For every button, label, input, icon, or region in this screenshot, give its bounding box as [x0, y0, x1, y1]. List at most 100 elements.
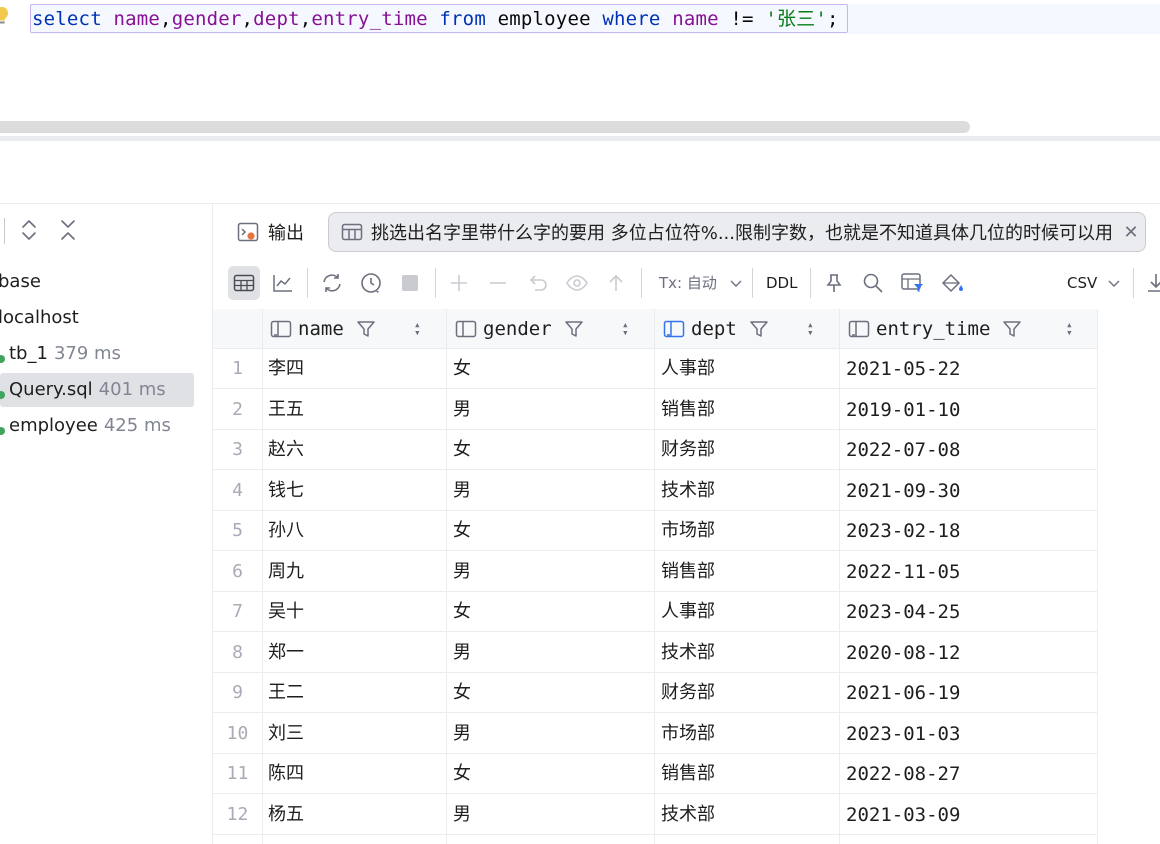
table-cell[interactable]: 销售部: [661, 390, 715, 430]
table-view-button[interactable]: [228, 266, 260, 300]
delete-row-button[interactable]: [482, 266, 514, 300]
expand-collapse-icon[interactable]: [17, 218, 41, 242]
sql-query-text[interactable]: select name,gender,dept,entry_time from …: [32, 8, 839, 30]
table-cell[interactable]: 女: [453, 511, 471, 551]
table-cell[interactable]: 女: [453, 430, 471, 470]
transaction-mode-dropdown[interactable]: Tx: 自动: [659, 266, 742, 300]
column-header-name[interactable]: name ▴ ▾: [262, 309, 446, 349]
table-cell[interactable]: 市场部: [661, 511, 715, 551]
stop-button[interactable]: [394, 266, 426, 300]
add-row-button[interactable]: [443, 266, 475, 300]
lightbulb-icon[interactable]: [0, 6, 10, 26]
close-tab-icon[interactable]: ✕: [1117, 222, 1145, 243]
table-row[interactable]: 2 王五 男 销售部 2019-01-10: [213, 390, 1098, 430]
sort-icon[interactable]: ▴ ▾: [622, 319, 629, 338]
table-row[interactable]: 10 刘三 男 市场部 2023-01-03: [213, 714, 1098, 754]
table-cell[interactable]: 刘三: [268, 714, 304, 754]
tree-item-database[interactable]: base: [0, 265, 41, 299]
table-cell[interactable]: 2020-08-12: [846, 633, 960, 673]
history-button[interactable]: [355, 266, 387, 300]
table-cell[interactable]: 2022-07-08: [846, 430, 960, 470]
table-cell[interactable]: 2023-02-18: [846, 511, 960, 551]
table-cell[interactable]: 市场部: [661, 714, 715, 754]
table-cell[interactable]: 技术部: [661, 795, 715, 835]
collapse-all-icon[interactable]: [56, 218, 80, 242]
table-cell[interactable]: 王五: [268, 390, 304, 430]
revert-button[interactable]: [522, 266, 554, 300]
table-cell[interactable]: 男: [453, 714, 471, 754]
table-row[interactable]: 8 郑一 男 技术部 2020-08-12: [213, 633, 1098, 673]
table-cell[interactable]: 女: [453, 673, 471, 713]
table-cell[interactable]: 陈四: [268, 754, 304, 794]
table-cell[interactable]: 男: [453, 633, 471, 673]
table-cell[interactable]: 2022-08-27: [846, 754, 960, 794]
table-cell[interactable]: 销售部: [661, 754, 715, 794]
table-cell[interactable]: 2022-11-05: [846, 552, 960, 592]
filter-icon[interactable]: [564, 319, 584, 339]
search-button[interactable]: [857, 266, 889, 300]
table-cell[interactable]: 销售部: [661, 552, 715, 592]
table-cell[interactable]: 财务部: [661, 430, 715, 470]
table-cell[interactable]: 技术部: [661, 633, 715, 673]
table-row[interactable]: 12 杨五 男 技术部 2021-03-09: [213, 795, 1098, 835]
table-cell[interactable]: 杨五: [268, 795, 304, 835]
column-header-dept[interactable]: dept ▴ ▾: [655, 309, 839, 349]
sort-icon[interactable]: ▴ ▾: [807, 319, 814, 338]
filter-icon[interactable]: [1002, 319, 1022, 339]
table-cell[interactable]: 人事部: [661, 592, 715, 632]
column-header-entry-time[interactable]: entry_time ▴ ▾: [840, 309, 1098, 349]
export-format-dropdown[interactable]: CSV: [1067, 266, 1120, 300]
preview-changes-button[interactable]: [561, 266, 593, 300]
ddl-button[interactable]: DDL: [766, 266, 797, 300]
table-cell[interactable]: 钱七: [268, 471, 304, 511]
tree-item-employee[interactable]: employee 425 ms: [0, 409, 171, 443]
table-row[interactable]: 6 周九 男 销售部 2022-11-05: [213, 552, 1098, 592]
column-header-gender[interactable]: gender ▴ ▾: [447, 309, 654, 349]
tab-result-set[interactable]: 挑选出名字里带什么字的要用 多位占位符%...限制字数，也就是不知道具体几位的时…: [328, 212, 1146, 252]
table-cell[interactable]: 2021-09-30: [846, 471, 960, 511]
table-cell[interactable]: 李四: [268, 349, 304, 389]
filter-icon[interactable]: [749, 319, 769, 339]
tree-item-tb1[interactable]: tb_1 379 ms: [0, 337, 121, 371]
table-row[interactable]: 4 钱七 男 技术部 2021-09-30: [213, 471, 1098, 511]
editor-horizontal-scrollbar[interactable]: [0, 121, 970, 133]
table-cell[interactable]: 财务部: [661, 673, 715, 713]
table-cell[interactable]: 女: [453, 349, 471, 389]
table-cell[interactable]: 2021-03-09: [846, 795, 960, 835]
table-cell[interactable]: 女: [453, 592, 471, 632]
tree-item-query-sql[interactable]: Query.sql 401 ms: [0, 373, 194, 407]
pin-tab-button[interactable]: [818, 266, 850, 300]
table-cell[interactable]: 女: [453, 754, 471, 794]
table-cell[interactable]: 郑一: [268, 633, 304, 673]
table-row[interactable]: 1 李四 女 人事部 2021-05-22: [213, 349, 1098, 389]
sort-icon[interactable]: ▴ ▾: [414, 319, 421, 338]
table-row[interactable]: 7 吴十 女 人事部 2023-04-25: [213, 592, 1098, 632]
filter-view-button[interactable]: [897, 266, 929, 300]
table-cell[interactable]: 2021-06-19: [846, 673, 960, 713]
filter-icon[interactable]: [356, 319, 376, 339]
table-cell[interactable]: 王二: [268, 673, 304, 713]
table-cell[interactable]: 周九: [268, 552, 304, 592]
table-row[interactable]: 9 王二 女 财务部 2021-06-19: [213, 673, 1098, 713]
table-cell[interactable]: 技术部: [661, 471, 715, 511]
table-cell[interactable]: 2023-01-03: [846, 714, 960, 754]
table-row[interactable]: 3 赵六 女 财务部 2022-07-08: [213, 430, 1098, 470]
sql-current-line[interactable]: select name,gender,dept,entry_time from …: [30, 4, 1160, 34]
sort-icon[interactable]: ▴ ▾: [1066, 319, 1073, 338]
table-cell[interactable]: 人事部: [661, 349, 715, 389]
table-cell[interactable]: 2019-01-10: [846, 390, 960, 430]
table-cell[interactable]: 吴十: [268, 592, 304, 632]
tree-item-localhost[interactable]: localhost: [0, 301, 79, 335]
chart-view-button[interactable]: [267, 266, 299, 300]
table-cell[interactable]: 2023-04-25: [846, 592, 960, 632]
table-cell[interactable]: 男: [453, 795, 471, 835]
submit-button[interactable]: [600, 266, 632, 300]
table-cell[interactable]: 男: [453, 471, 471, 511]
color-settings-button[interactable]: [936, 266, 968, 300]
table-row[interactable]: 5 孙八 女 市场部 2023-02-18: [213, 511, 1098, 551]
sql-editor[interactable]: select name,gender,dept,entry_time from …: [0, 0, 1160, 141]
table-cell[interactable]: 赵六: [268, 430, 304, 470]
table-cell[interactable]: 孙八: [268, 511, 304, 551]
download-button[interactable]: [1140, 266, 1160, 300]
tab-output[interactable]: 输出: [236, 216, 304, 248]
